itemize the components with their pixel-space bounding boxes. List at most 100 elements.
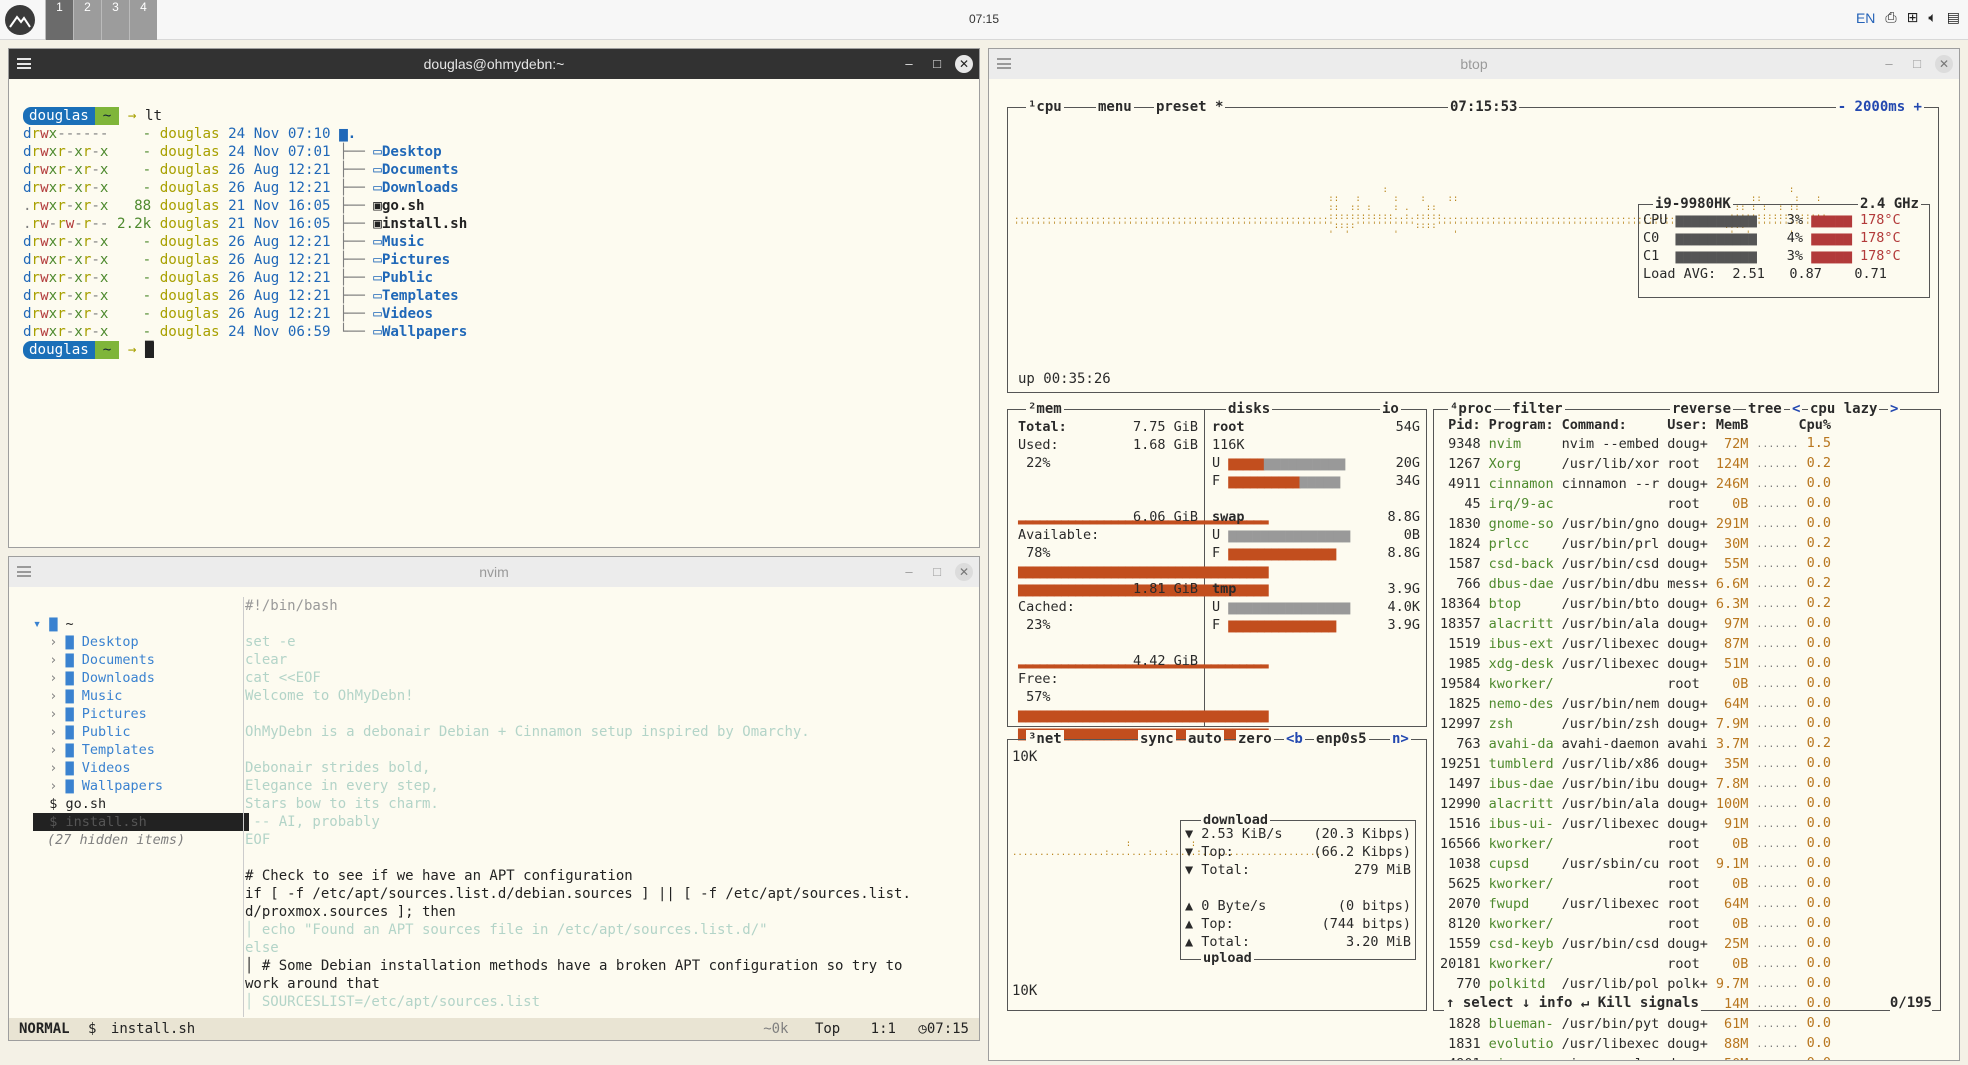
tree-file[interactable]: $ go.sh [33, 795, 249, 813]
titlebar[interactable]: btop – □ ✕ [989, 49, 1959, 79]
process-row[interactable]: 1516 ibus-ui-/usr/libexec doug+ 91M....... … [1436, 814, 1843, 834]
mem-title[interactable]: ²mem [1026, 400, 1064, 418]
process-row[interactable]: 1985 xdg-desk/usr/libexec doug+ 51M....... … [1436, 654, 1843, 674]
workspace-3[interactable]: 3 [101, 0, 129, 40]
process-row[interactable]: 45 irq/9-ac root 0B....... 0.0 [1436, 494, 1843, 514]
process-row[interactable]: 2070 fwupd/usr/libexec root 64M....... 0.0 [1436, 894, 1843, 914]
net-title[interactable]: ³net [1026, 730, 1064, 748]
close-icon[interactable]: ✕ [955, 55, 973, 73]
volume-icon[interactable]: 🔈︎ [1928, 10, 1936, 26]
minimize-icon[interactable]: – [899, 49, 919, 79]
zero-button[interactable]: zero [1236, 730, 1274, 748]
workspace-2[interactable]: 2 [73, 0, 101, 40]
titlebar[interactable]: nvim – □ ✕ [9, 557, 979, 587]
tree-folder[interactable]: › ▇ Public [33, 723, 249, 741]
process-row[interactable]: 1038 cupsd/usr/sbin/cu root 9.1M....... 0.0 [1436, 854, 1843, 874]
titlebar[interactable]: douglas@ohmydebn:~ – □ ✕ [9, 49, 979, 79]
process-row[interactable]: 18357 alacritt/usr/bin/ala doug+ 97M.......… [1436, 614, 1843, 634]
signals-button[interactable]: signals [1640, 995, 1699, 1011]
process-row[interactable]: 19251 tumblerd/usr/lib/x86 doug+ 35M.......… [1436, 754, 1843, 774]
process-row[interactable]: 16566 kworker/root 0B....... 0.0 [1436, 834, 1843, 854]
next-iface[interactable]: n> [1390, 730, 1411, 748]
tree-root[interactable]: ▾ ▇ ~ [33, 615, 249, 633]
process-row[interactable]: 20181 kworker/root 0B....... 0.0 [1436, 954, 1843, 974]
process-row[interactable]: 8120 kworker/root 0B....... 0.0 [1436, 914, 1843, 934]
nvim-window[interactable]: nvim – □ ✕ ▾ ▇ ~ › ▇ Desktop › ▇ Documents… [8, 556, 980, 1041]
preset-button[interactable]: preset * [1154, 98, 1226, 116]
tree-folder[interactable]: › ▇ Downloads [33, 669, 249, 687]
io-button[interactable]: io [1380, 400, 1401, 418]
ls-row: drwxr-xr-x - douglas 26 Aug 12:21 ├── ▭V… [23, 306, 434, 322]
btop-window[interactable]: btop – □ ✕ ¹cpu menu preset * 07:15:53 - 2… [988, 48, 1960, 1061]
editor-buffer[interactable]: #!/bin/bash set -e clear cat <<EOF Welcome t… [245, 597, 911, 1011]
process-row[interactable]: 12997 zsh/usr/bin/zsh doug+ 7.9M....... 0.0 [1436, 714, 1843, 734]
window-menu-icon[interactable] [17, 58, 31, 69]
process-row[interactable]: 18364 btop/usr/bin/bto doug+ 6.3M....... 0.… [1436, 594, 1843, 614]
tree-folder[interactable]: › ▇ Wallpapers [33, 777, 249, 795]
menu-button[interactable]: menu [1096, 98, 1134, 116]
process-row[interactable]: 1559 csd-keyb/usr/bin/csd doug+ 25M....... … [1436, 934, 1843, 954]
sync-button[interactable]: sync [1138, 730, 1176, 748]
process-row[interactable]: 1587 csd-back/usr/bin/csd doug+ 55M....... … [1436, 554, 1843, 574]
ls-row: drwx------ - douglas 24 Nov 07:10 ▆. [23, 126, 357, 142]
process-row[interactable]: 1831 evolutio/usr/libexec doug+ 88M....... … [1436, 1034, 1843, 1054]
status-time: 07:15 [926, 1021, 969, 1037]
window-menu-icon[interactable] [997, 58, 1011, 69]
auto-button[interactable]: auto [1186, 730, 1224, 748]
tree-folder[interactable]: › ▇ Desktop [33, 633, 249, 651]
file-tree[interactable]: ▾ ▇ ~ › ▇ Desktop › ▇ Documents › ▇ Down… [33, 597, 249, 885]
process-row[interactable]: 1828 blueman-/usr/bin/pyt doug+ 61M....... … [1436, 1014, 1843, 1034]
info-button[interactable]: info [1539, 995, 1573, 1011]
keyboard-layout[interactable]: EN [1856, 10, 1875, 26]
process-row[interactable]: 4901cinnamoncinnamon-laudoug+50M....... … [1436, 1054, 1843, 1060]
process-row[interactable]: 1519 ibus-ext/usr/libexec doug+ 87M....... … [1436, 634, 1843, 654]
process-row[interactable]: 1825 nemo-des/usr/bin/nem doug+ 64M....... … [1436, 694, 1843, 714]
tree-folder[interactable]: › ▇ Videos [33, 759, 249, 777]
prev-iface[interactable]: <b [1284, 730, 1305, 748]
process-row[interactable]: 1830 gnome-so/usr/bin/gno doug+ 291M.......… [1436, 514, 1843, 534]
tree-folder[interactable]: › ▇ Documents [33, 651, 249, 669]
tree-folder[interactable]: › ▇ Templates [33, 741, 249, 759]
ls-entry-name: ▣go.sh [373, 198, 425, 214]
process-row[interactable]: 9348 nvim nvim --embed doug+ 72M....... 1.5 [1436, 434, 1843, 454]
process-row[interactable]: 1497 ibus-dae/usr/bin/ibu doug+ 7.8M.......… [1436, 774, 1843, 794]
maximize-icon[interactable]: □ [1907, 49, 1927, 79]
kill-button[interactable]: ↵ Kill [1581, 995, 1632, 1011]
terminal-content[interactable]: douglas ~ → lt drwx------ - douglas 24 Nov… [23, 89, 467, 395]
panel-clock[interactable]: 07:15 [0, 12, 1968, 26]
terminal-window[interactable]: douglas@ohmydebn:~ – □ ✕ douglas ~ → lt drwx… [8, 48, 980, 548]
minimize-icon[interactable]: – [899, 557, 919, 587]
maximize-icon[interactable]: □ [927, 49, 947, 79]
maximize-icon[interactable]: □ [927, 557, 947, 587]
process-row[interactable]: 4911 cinnamon cinnamon --r doug+ 246M.......… [1436, 474, 1843, 494]
code-line: d/proxmox.sources ]; then [245, 904, 456, 920]
process-row[interactable]: 12990 alacritt/usr/bin/ala doug+ 100M......… [1436, 794, 1843, 814]
process-row[interactable]: 1824 prlcc/usr/bin/prl doug+ 30M....... 0.2 [1436, 534, 1843, 554]
workspace-4[interactable]: 4 [129, 0, 157, 40]
workspace-1[interactable]: 1 [45, 0, 73, 40]
process-table[interactable]: Pid: Program: Command: User: MemB Cpu% 9348 nv… [1436, 416, 1843, 1060]
process-row[interactable]: 770 polkitd/usr/lib/pol polk+ 9.7M....... 0… [1436, 974, 1843, 994]
process-row[interactable]: 19584 kworker/root 0B....... 0.0 [1436, 674, 1843, 694]
tree-file[interactable]: $ install.sh [33, 813, 249, 831]
close-icon[interactable]: ✕ [955, 563, 973, 581]
menu-logo-icon[interactable] [5, 5, 35, 35]
process-row[interactable]: 763 avahi-da avahi-daemon avahi 3.7M....... … [1436, 734, 1843, 754]
tree-folder[interactable]: › ▇ Pictures [33, 705, 249, 723]
sort-next[interactable]: > [1888, 400, 1901, 418]
tree-folder[interactable]: › ▇ Music [33, 687, 249, 705]
disks-title[interactable]: disks [1226, 400, 1273, 418]
process-row[interactable]: 5625 kworker/root 0B....... 0.0 [1436, 874, 1843, 894]
printer-icon[interactable]: ⎙ [1885, 10, 1896, 26]
minimize-icon[interactable]: – [1879, 49, 1899, 79]
process-row[interactable]: 766 dbus-dae/usr/bin/dbu mess+ 6.6M....... … [1436, 574, 1843, 594]
select-button[interactable]: ↑ select ↓ [1446, 995, 1530, 1011]
clipboard-icon[interactable]: ▤ [1947, 10, 1960, 26]
close-icon[interactable]: ✕ [1935, 55, 1953, 73]
cpu-title[interactable]: ¹cpu [1026, 98, 1064, 116]
window-menu-icon[interactable] [17, 566, 31, 577]
process-row[interactable]: 1267 Xorg/usr/lib/xor root 124M....... 0.2 [1436, 454, 1843, 474]
ls-row: drwxr-xr-x - douglas 26 Aug 12:21 ├── ▭D… [23, 180, 459, 196]
network-icon[interactable]: ⊞ [1907, 10, 1919, 26]
refresh-rate[interactable]: - 2000ms + [1835, 98, 1924, 116]
